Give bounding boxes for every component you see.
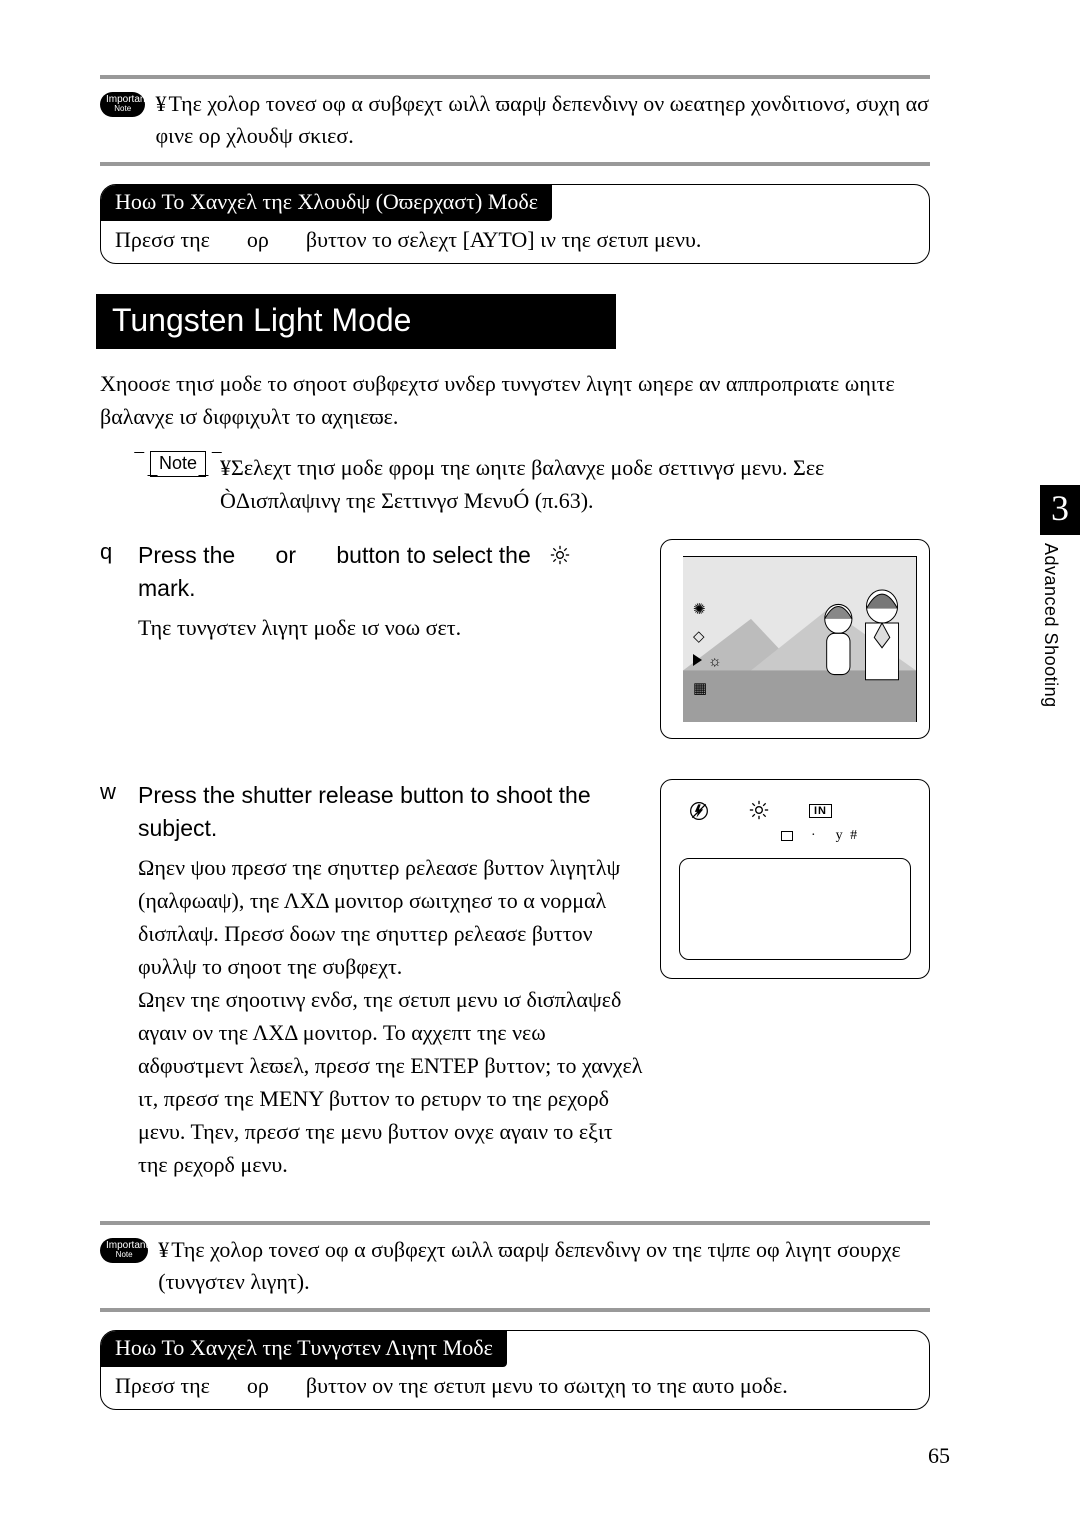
cancel-cloudy-title: Ηοω Το Χανχελ τηε Χλουδψ (Οϖερχαστ) Μοδε [101,185,552,221]
chapter-number: 3 [1040,485,1080,535]
step-1-marker: q [100,539,124,739]
cancel-tungsten-box: Ηοω Το Χανχελ τηε Τυνγστεν Λιγητ Μοδε Πρ… [100,1330,930,1410]
lcd-wb-menu: ✺ ◇ ☼ ▦ [693,600,722,698]
important-note-text: ¥Τηε χολορ τονεσ οφ α συβφεχτ ωιλλ ϖαρψ … [158,1234,930,1298]
step-2: w Press the shutter release button to sh… [100,779,930,1182]
section-heading: Tungsten Light Mode [96,294,616,349]
selection-triangle-icon [693,654,702,666]
wb-option-cloud: ◇ [693,627,722,646]
note-text: ¥Σελεχτ τηισ μοδε φρομ τηε ωηιτε βαλανχε… [220,451,930,517]
page-number: 65 [928,1443,950,1469]
chapter-label: Advanced Shooting [1040,543,1061,708]
sun-icon [749,800,769,823]
important-badge: Important Note [100,1238,148,1263]
dot-icon: · [811,828,818,844]
cancel-cloudy-box: Ηοω Το Χανχελ τηε Χλουδψ (Οϖερχαστ) Μοδε… [100,184,930,264]
sun-icon [550,542,570,568]
page-content: Important Note ¥Τηε χολορ τονεσ οφ α συβ… [100,75,930,1410]
lcd-status-row: IN [689,800,832,823]
flash-off-icon [689,801,709,821]
lcd-inner-frame [679,858,911,960]
important-badge-sub: Note [106,1251,142,1259]
chapter-tab: 3 Advanced Shooting [1040,485,1080,707]
square-icon [781,831,793,841]
in-badge: IN [809,804,832,818]
note-line: Note ¥Σελεχτ τηισ μοδε φρομ τηε ωηιτε βα… [150,451,930,517]
lcd-preview-1: ✺ ◇ ☼ ▦ [660,539,930,739]
lcd-sub-text: y # [836,828,860,844]
step-2-sub: Ωηεν ψου πρεσσ τηε σηυττερ ρελεασε βυττο… [138,851,646,1181]
step-2-heading: Press the shutter release button to shoo… [138,779,646,846]
step-1-sub: Τηε τυνγστεν λιγητ μοδε ισ νοω σετ. [138,611,646,644]
step-2-marker: w [100,779,124,1182]
important-badge: Important Note [100,92,145,117]
wb-option-sun: ✺ [693,600,722,619]
important-note-cloudy: Important Note ¥Τηε χολορ τονεσ οφ α συβ… [100,75,930,166]
wb-option-tungsten: ☼ [693,654,722,671]
important-note-text: ¥Τηε χολορ τονεσ οφ α συβφεχτ ωιλλ ϖαρψ … [155,88,930,152]
important-note-tungsten: Important Note ¥Τηε χολορ τονεσ οφ α συβ… [100,1221,930,1312]
cancel-tungsten-title: Ηοω Το Χανχελ τηε Τυνγστεν Λιγητ Μοδε [101,1331,507,1367]
wb-option-fluorescent: ▦ [693,679,722,698]
cancel-tungsten-body: Πρεσσ τηε ορ βυττον ον τηε σετυπ μενυ το… [101,1367,929,1409]
important-badge-sub: Note [106,105,139,113]
lcd-sub-row: · y # [781,828,859,844]
cancel-cloudy-body: Πρεσσ τηε ορ βυττον το σελεχτ [ΑΥΤΟ] ιν … [101,221,929,263]
note-badge: Note [150,451,206,477]
step-1-heading: Press the or button to select the mark. [138,539,646,606]
step-1: q Press the or button to select the mark… [100,539,930,739]
lcd-preview-2: IN · y # [660,779,930,979]
section-intro: Χηοοσε τηισ μοδε το σηοοτ συβφεχτσ υνδερ… [100,367,930,433]
